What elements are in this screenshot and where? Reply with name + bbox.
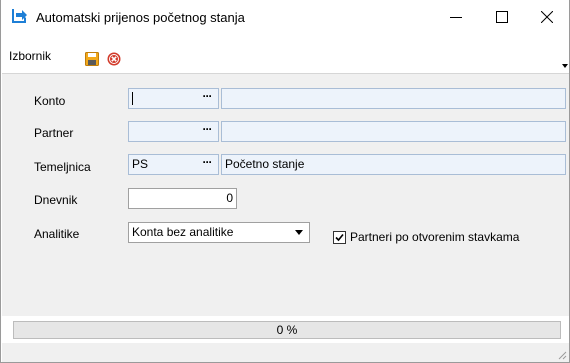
analitike-select[interactable]: Konta bez analitike — [128, 222, 310, 243]
partneri-checkbox-label[interactable]: Partneri po otvorenim stavkama — [350, 230, 519, 244]
menu-toolbar: Izbornik — [1, 44, 569, 68]
analitike-selected-value: Konta bez analitike — [132, 225, 234, 239]
app-transfer-icon — [12, 9, 27, 23]
analitike-label: Analitike — [34, 227, 80, 241]
partner-code-input[interactable]: ··· — [128, 121, 219, 142]
dnevnik-label: Dnevnik — [34, 193, 78, 207]
checkmark-icon — [335, 233, 344, 242]
temeljnica-lookup-button[interactable]: ··· — [197, 156, 217, 173]
minimize-icon — [450, 17, 462, 18]
maximize-button[interactable] — [479, 0, 525, 34]
close-button[interactable] — [524, 0, 570, 34]
close-icon — [541, 11, 553, 23]
cancel-icon[interactable] — [107, 52, 121, 66]
partner-description-field[interactable] — [221, 121, 566, 142]
form-panel: Konto ··· Partner ··· Temeljnica PS ··· … — [2, 73, 569, 316]
temeljnica-code-value: PS — [132, 157, 149, 171]
menu-izbornik[interactable]: Izbornik — [9, 49, 51, 63]
partner-lookup-button[interactable]: ··· — [197, 123, 217, 140]
temeljnica-description-value: Početno stanje — [225, 157, 305, 171]
chevron-down-icon[interactable] — [295, 230, 303, 235]
progress-text: 0 % — [276, 323, 298, 337]
dialog-window: Automatski prijenos početnog stanja Izbo… — [0, 0, 570, 363]
partner-label: Partner — [34, 126, 74, 140]
progress-bar: 0 % — [13, 321, 561, 339]
minimize-button[interactable] — [433, 0, 479, 34]
konto-label: Konto — [34, 94, 66, 108]
window-title: Automatski prijenos početnog stanja — [36, 10, 245, 25]
resize-grip-icon[interactable] — [556, 349, 567, 360]
konto-lookup-button[interactable]: ··· — [197, 90, 217, 107]
text-caret — [132, 92, 133, 105]
konto-code-input[interactable]: ··· — [128, 88, 219, 109]
temeljnica-label: Temeljnica — [34, 160, 91, 174]
dnevnik-value: 0 — [226, 191, 233, 205]
partneri-checkbox[interactable] — [333, 231, 346, 244]
status-bar — [2, 343, 569, 362]
save-icon[interactable] — [85, 52, 99, 66]
temeljnica-code-input[interactable]: PS ··· — [128, 154, 219, 175]
konto-description-field[interactable] — [221, 88, 566, 109]
toolbar-overflow-icon[interactable] — [562, 64, 568, 68]
dnevnik-input[interactable]: 0 — [128, 188, 237, 209]
title-bar[interactable]: Automatski prijenos početnog stanja — [1, 0, 569, 34]
temeljnica-description-field[interactable]: Početno stanje — [221, 154, 566, 175]
maximize-icon — [496, 11, 508, 23]
